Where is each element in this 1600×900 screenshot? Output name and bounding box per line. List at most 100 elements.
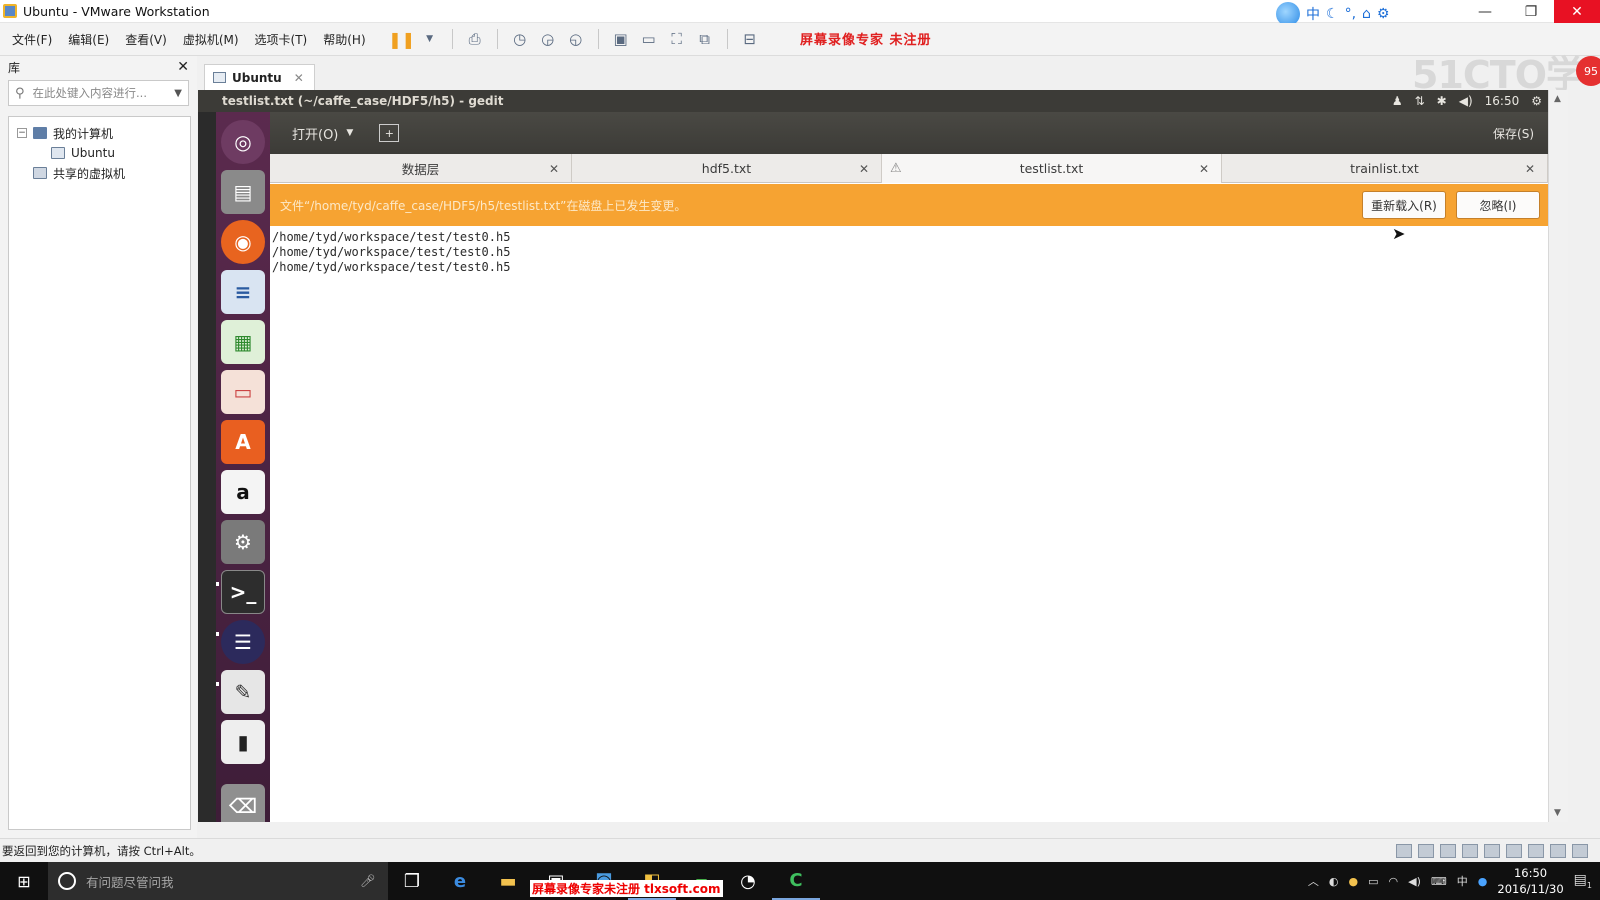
floppy-drive-icon[interactable] — [1440, 843, 1456, 858]
bluetooth-icon[interactable]: ✱ — [1437, 94, 1447, 108]
tray-app-icon[interactable]: ◐ — [1329, 875, 1339, 888]
notification-center-icon[interactable]: ▤1 — [1574, 872, 1592, 890]
tray-antivirus-icon[interactable]: ● — [1348, 875, 1358, 888]
taskbar-clock[interactable]: 16:50 2016/11/30 — [1497, 865, 1563, 897]
minimize-button[interactable]: — — [1462, 0, 1508, 23]
scroll-up-icon[interactable]: ▲ — [1554, 94, 1561, 104]
wifi-icon[interactable]: ◠ — [1389, 875, 1399, 888]
network-adapter-icon[interactable] — [1462, 843, 1478, 858]
sound-icon[interactable] — [1506, 843, 1522, 858]
volume-icon[interactable]: ◀) — [1459, 94, 1473, 108]
display-icon[interactable] — [1550, 843, 1566, 858]
console-view-icon[interactable]: ⊟ — [738, 27, 762, 51]
amazon-icon[interactable]: a — [221, 470, 265, 514]
tab-close-icon[interactable]: ✕ — [1199, 162, 1209, 176]
tab-testlist[interactable]: ⚠ testlist.txt ✕ — [882, 154, 1222, 183]
menu-vm[interactable]: 虚拟机(M) — [175, 31, 247, 48]
tree-item-my-computer[interactable]: − 我的计算机 — [9, 123, 190, 143]
library-search-input[interactable]: ⚲ 在此处键入内容进行... ▼ — [8, 80, 189, 106]
printer-icon[interactable] — [1528, 843, 1544, 858]
keyboard-penguin-icon[interactable]: ♟ — [1392, 94, 1403, 108]
cd-drive-icon[interactable] — [1418, 843, 1434, 858]
tab-trainlist[interactable]: trainlist.txt ✕ — [1222, 154, 1548, 183]
calc-icon[interactable]: ▦ — [221, 320, 265, 364]
dots-icon[interactable]: °, — [1345, 6, 1356, 22]
keyboard-icon[interactable]: ⌨ — [1431, 875, 1447, 888]
impress-icon[interactable]: ▭ — [221, 370, 265, 414]
battery-icon[interactable]: ▭ — [1368, 875, 1378, 888]
system-settings-icon[interactable]: ⚙ — [221, 520, 265, 564]
text-editor[interactable]: /home/tyd/workspace/test/test0.h5 /home/… — [272, 230, 510, 275]
chevron-down-icon[interactable]: ▼ — [174, 88, 182, 99]
windows-start-icon[interactable]: ⊞ — [0, 862, 48, 900]
file-explorer-icon[interactable]: ▬ — [484, 862, 532, 900]
ubuntu-clock[interactable]: 16:50 — [1485, 94, 1520, 108]
eclipse-icon[interactable]: ☰ — [221, 620, 265, 664]
ime-mascot-icon[interactable]: ● — [1478, 875, 1488, 888]
restore-button[interactable]: ❐ — [1508, 0, 1554, 23]
menu-view[interactable]: 查看(V) — [117, 31, 175, 48]
edge-icon[interactable]: e — [436, 862, 484, 900]
floppy-icon[interactable]: ▮ — [221, 720, 265, 764]
save-button[interactable]: 保存(S) — [1493, 125, 1534, 142]
pause-icon[interactable]: ❚❚ — [388, 27, 415, 51]
menu-edit[interactable]: 编辑(E) — [60, 31, 117, 48]
shirt-icon[interactable]: ⌂ — [1362, 6, 1371, 22]
close-button[interactable]: ✕ — [1554, 0, 1600, 23]
guest-screen[interactable]: testlist.txt (~/caffe_case/HDF5/h5) - ge… — [198, 90, 1568, 822]
writer-icon[interactable]: ≡ — [221, 270, 265, 314]
ime-indicator[interactable]: 中 — [1457, 873, 1468, 889]
files-icon[interactable]: ▤ — [221, 170, 265, 214]
tree-item-ubuntu[interactable]: Ubuntu — [9, 143, 190, 163]
reload-button[interactable]: 重新载入(R) — [1362, 191, 1446, 219]
firefox-icon[interactable]: ◉ — [221, 220, 265, 264]
volume-icon[interactable]: ◀) — [1408, 875, 1421, 888]
tab-close-icon[interactable]: ✕ — [1525, 162, 1535, 176]
open-button[interactable]: 打开(O) ▼ — [286, 120, 359, 147]
paint-icon[interactable]: ◔ — [724, 862, 772, 900]
message-log-icon[interactable] — [1572, 843, 1588, 858]
new-document-icon[interactable]: + — [379, 124, 400, 142]
guest-scrollbar[interactable]: ▲ ▼ — [1548, 90, 1568, 822]
tab-close-icon[interactable]: ✕ — [549, 162, 559, 176]
collapse-icon[interactable]: − — [17, 128, 27, 138]
unity-icon[interactable]: ⧉ — [693, 27, 717, 51]
tab-data-layer[interactable]: 数据层 ✕ — [270, 154, 572, 183]
ignore-button[interactable]: 忽略(I) — [1456, 191, 1540, 219]
dash-home-icon[interactable]: ◎ — [221, 120, 265, 164]
menu-file[interactable]: 文件(F) — [4, 31, 60, 48]
cortana-search-box[interactable]: 有问题尽管问我 🎤︎ — [48, 862, 388, 900]
tab-ubuntu[interactable]: Ubuntu ✕ — [204, 64, 315, 90]
tab-hdf5[interactable]: hdf5.txt ✕ — [572, 154, 882, 183]
thumbnail-bar-icon[interactable]: ▭ — [637, 27, 661, 51]
trash-icon[interactable]: ⌫ — [221, 784, 265, 822]
tab-close-icon[interactable]: ✕ — [859, 162, 869, 176]
fullscreen-icon[interactable]: ⛶ — [665, 27, 689, 51]
tab-close-icon[interactable]: ✕ — [294, 71, 304, 85]
show-hidden-icons-icon[interactable]: ︿ — [1308, 873, 1319, 889]
hard-disk-icon[interactable] — [1396, 843, 1412, 858]
tree-item-shared-vms[interactable]: 共享的虚拟机 — [9, 163, 190, 183]
task-view-icon[interactable]: ❐ — [388, 862, 436, 900]
library-close-icon[interactable]: ✕ — [177, 59, 189, 75]
ime-lang-indicator[interactable]: 中 — [1306, 4, 1320, 24]
gear-icon[interactable]: ⚙ — [1377, 6, 1390, 22]
network-icon[interactable]: ⇅ — [1415, 94, 1425, 108]
dropdown-arrow-icon[interactable]: ▼ — [418, 27, 442, 51]
show-library-icon[interactable]: ▣ — [609, 27, 633, 51]
microphone-icon[interactable]: 🎤︎ — [360, 873, 376, 889]
text-editor-icon[interactable]: ✎ — [221, 670, 265, 714]
send-ctrl-alt-del-icon[interactable]: ⎙ — [463, 27, 487, 51]
system-gear-icon[interactable]: ⚙ — [1531, 94, 1542, 108]
menu-tabs[interactable]: 选项卡(T) — [247, 31, 316, 48]
software-center-icon[interactable]: A — [221, 420, 265, 464]
terminal-icon[interactable]: >_ — [221, 570, 265, 614]
snapshot-icon[interactable]: ◷ — [508, 27, 532, 51]
scroll-down-icon[interactable]: ▼ — [1554, 808, 1561, 818]
camtasia-icon[interactable]: C — [772, 862, 820, 900]
usb-icon[interactable] — [1484, 843, 1500, 858]
revert-snapshot-icon[interactable]: ◶ — [536, 27, 560, 51]
snapshot-manager-icon[interactable]: ◵ — [564, 27, 588, 51]
menu-help[interactable]: 帮助(H) — [315, 31, 373, 48]
moon-icon[interactable]: ☾ — [1326, 6, 1339, 22]
